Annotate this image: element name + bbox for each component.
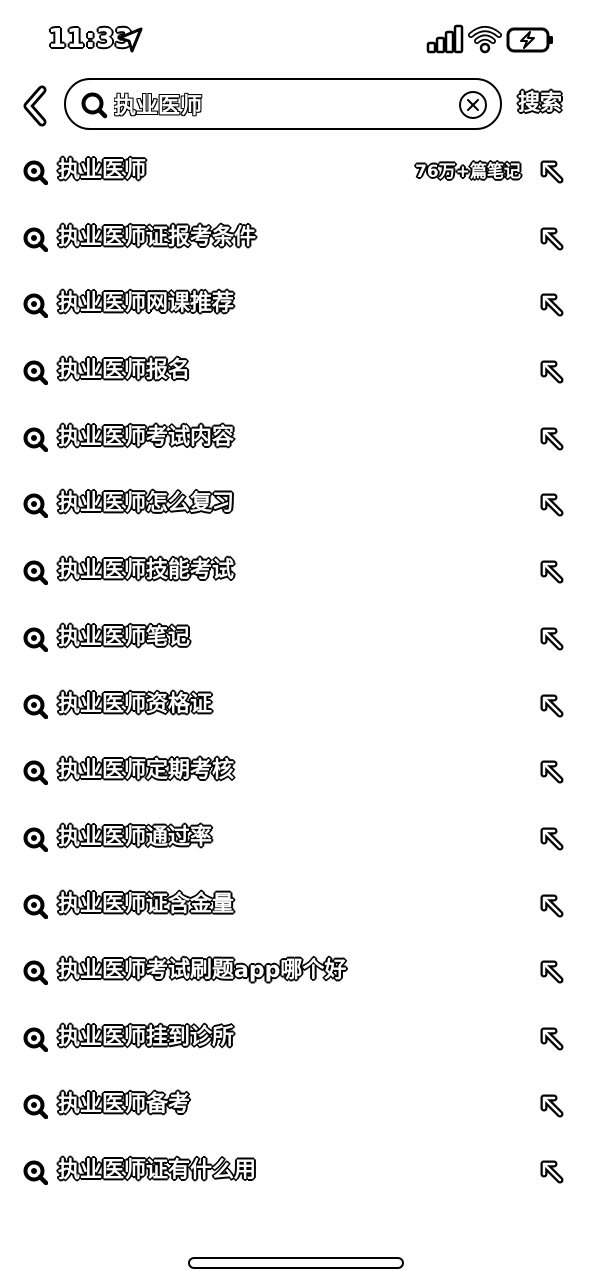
suggestion-label: 执业医师 xyxy=(57,157,147,184)
suggestion-label: 执业医师技能考试 xyxy=(57,557,235,584)
suggestion-label: 执业医师考试刷题app哪个好 xyxy=(57,957,347,984)
search-icon xyxy=(23,694,48,719)
search-icon xyxy=(23,1027,48,1052)
chevron-left-icon[interactable] xyxy=(18,84,52,128)
fill-query-arrow-icon[interactable] xyxy=(538,758,566,786)
suggestion-item[interactable]: 执业医师考试内容 xyxy=(0,406,591,473)
wifi-icon xyxy=(468,26,502,54)
search-header: 搜索 xyxy=(0,74,591,138)
search-icon xyxy=(23,160,48,185)
battery-charging-icon xyxy=(506,27,553,53)
suggestion-item[interactable]: 执业医师通过率 xyxy=(0,806,591,873)
fill-query-arrow-icon[interactable] xyxy=(538,1158,566,1186)
location-arrow-icon xyxy=(117,27,143,53)
suggestion-label: 执业医师考试内容 xyxy=(57,424,235,451)
fill-query-arrow-icon[interactable] xyxy=(538,291,566,319)
suggestion-item[interactable]: 执业医师备考 xyxy=(0,1073,591,1140)
search-icon xyxy=(23,827,48,852)
suggestion-label: 执业医师证含金量 xyxy=(57,891,235,918)
suggestion-item[interactable]: 执业医师报名 xyxy=(0,339,591,406)
search-icon xyxy=(23,227,48,252)
suggestion-item[interactable]: 执业医师 76万+篇笔记 xyxy=(0,139,591,206)
suggestion-item[interactable]: 执业医师技能考试 xyxy=(0,539,591,606)
search-icon xyxy=(23,760,48,786)
fill-query-arrow-icon[interactable] xyxy=(538,1092,566,1120)
suggestion-item[interactable]: 执业医师证含金量 xyxy=(0,873,591,940)
suggestion-label: 执业医师证报考条件 xyxy=(57,224,257,251)
search-icon xyxy=(23,894,48,919)
fill-query-arrow-icon[interactable] xyxy=(538,558,566,586)
search-icon xyxy=(23,1160,48,1186)
home-indicator xyxy=(188,1257,404,1269)
suggestion-item[interactable]: 执业医师怎么复习 xyxy=(0,472,591,539)
suggestion-label: 执业医师笔记 xyxy=(57,624,191,651)
search-icon xyxy=(23,493,48,519)
search-icon xyxy=(23,960,48,986)
suggestion-label: 执业医师通过率 xyxy=(57,824,213,851)
suggestion-item[interactable]: 执业医师定期考核 xyxy=(0,739,591,806)
note-count: 76万+篇笔记 xyxy=(414,161,522,183)
suggestion-item[interactable]: 执业医师证报考条件 xyxy=(0,206,591,273)
fill-query-arrow-icon[interactable] xyxy=(538,625,566,653)
search-icon xyxy=(23,1094,48,1119)
search-icon xyxy=(81,92,108,119)
search-icon xyxy=(23,427,48,452)
suggestion-label: 执业医师证有什么用 xyxy=(57,1157,257,1184)
search-icon xyxy=(23,293,48,319)
fill-query-arrow-icon[interactable] xyxy=(538,825,566,853)
search-icon xyxy=(23,560,48,586)
fill-query-arrow-icon[interactable] xyxy=(538,358,566,386)
search-input[interactable] xyxy=(114,86,444,122)
suggestion-label: 执业医师怎么复习 xyxy=(57,490,235,517)
suggestion-list: 执业医师 76万+篇笔记执业医师证报考条件 执业医师网课推荐 执业医师报名执业医师考试… xyxy=(0,139,591,1206)
suggestion-item[interactable]: 执业医师资格证 xyxy=(0,673,591,740)
suggestion-label: 执业医师资格证 xyxy=(57,691,213,718)
fill-query-arrow-icon[interactable] xyxy=(538,425,566,453)
suggestion-item[interactable]: 执业医师考试刷题app哪个好 xyxy=(0,939,591,1006)
fill-query-arrow-icon[interactable] xyxy=(538,225,566,253)
search-submit-button[interactable]: 搜索 xyxy=(517,88,563,120)
search-icon xyxy=(23,360,48,386)
search-box[interactable] xyxy=(64,78,502,130)
suggestion-label: 执业医师报名 xyxy=(57,357,191,384)
fill-query-arrow-icon[interactable] xyxy=(538,892,566,920)
status-bar: 11:33 xyxy=(0,0,591,70)
suggestion-item[interactable]: 执业医师证有什么用 xyxy=(0,1139,591,1206)
suggestion-label: 执业医师网课推荐 xyxy=(57,290,235,317)
clear-circle-icon[interactable] xyxy=(458,90,488,120)
fill-query-arrow-icon[interactable] xyxy=(538,958,566,986)
suggestion-item[interactable]: 执业医师挂到诊所 xyxy=(0,1006,591,1073)
suggestion-label: 执业医师挂到诊所 xyxy=(57,1024,235,1051)
fill-query-arrow-icon[interactable] xyxy=(538,1025,566,1053)
signal-icon xyxy=(426,24,464,54)
search-icon xyxy=(23,627,48,652)
fill-query-arrow-icon[interactable] xyxy=(538,158,566,186)
suggestion-label: 执业医师备考 xyxy=(57,1091,191,1118)
suggestion-label: 执业医师定期考核 xyxy=(57,757,235,784)
suggestion-item[interactable]: 执业医师网课推荐 xyxy=(0,272,591,339)
fill-query-arrow-icon[interactable] xyxy=(538,491,566,519)
fill-query-arrow-icon[interactable] xyxy=(538,692,566,720)
suggestion-item[interactable]: 执业医师笔记 xyxy=(0,606,591,673)
